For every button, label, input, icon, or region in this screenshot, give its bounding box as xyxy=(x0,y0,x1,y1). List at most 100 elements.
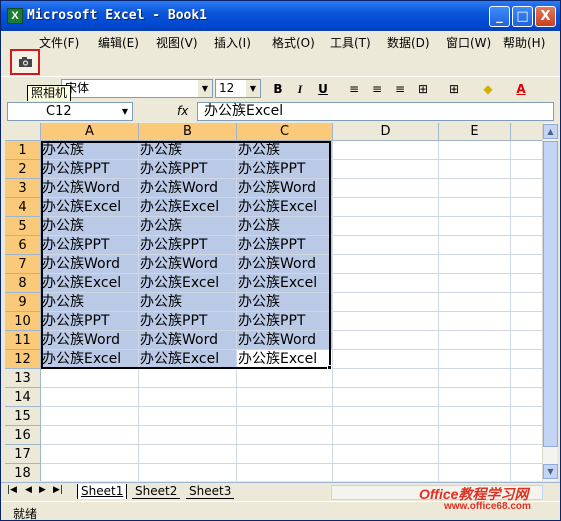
title-bar[interactable]: X Microsoft Excel - Book1 _ □ X xyxy=(1,1,560,31)
grid-cell[interactable]: 办公族PPT xyxy=(139,312,237,331)
grid-cell[interactable]: 办公族Excel xyxy=(41,198,139,217)
grid-cell[interactable] xyxy=(41,388,139,407)
menu-help[interactable]: 帮助(H) xyxy=(503,34,545,51)
grid-cell[interactable]: 办公族PPT xyxy=(237,312,333,331)
select-all-corner[interactable] xyxy=(5,123,41,141)
grid-cell[interactable] xyxy=(439,141,511,160)
grid-cell[interactable] xyxy=(511,312,542,331)
grid-cell[interactable] xyxy=(333,350,439,369)
column-header[interactable]: B xyxy=(139,123,237,141)
grid-cell[interactable] xyxy=(511,198,542,217)
grid-cell[interactable] xyxy=(333,236,439,255)
grid-cell[interactable]: 办公族PPT xyxy=(139,236,237,255)
grid-cell[interactable] xyxy=(139,369,237,388)
grid-cell[interactable] xyxy=(439,331,511,350)
scroll-thumb[interactable] xyxy=(543,141,558,447)
row-header[interactable]: 2 xyxy=(5,160,41,179)
grid-cell[interactable] xyxy=(439,274,511,293)
grid-cell[interactable] xyxy=(439,198,511,217)
grid-cell[interactable] xyxy=(333,160,439,179)
grid-cell[interactable] xyxy=(439,445,511,464)
name-box[interactable]: C12 ▼ xyxy=(7,102,133,121)
row-header[interactable]: 13 xyxy=(5,369,41,388)
borders-icon[interactable]: ⊞ xyxy=(445,80,463,98)
grid-cell[interactable] xyxy=(333,293,439,312)
menu-format[interactable]: 格式(O) xyxy=(272,34,315,51)
grid-cell[interactable]: 办公族Word xyxy=(237,255,333,274)
grid-cell[interactable] xyxy=(439,426,511,445)
grid-cell[interactable] xyxy=(439,179,511,198)
next-sheet-icon[interactable]: ▶ xyxy=(39,485,46,495)
excel-app-icon[interactable]: X xyxy=(7,8,23,24)
grid-cell[interactable] xyxy=(139,407,237,426)
row-header[interactable]: 5 xyxy=(5,217,41,236)
grid-cell[interactable] xyxy=(439,312,511,331)
formula-input[interactable]: 办公族Excel xyxy=(197,102,554,121)
menu-window[interactable]: 窗口(W) xyxy=(446,34,491,51)
grid-cell[interactable] xyxy=(237,407,333,426)
underline-button[interactable]: U xyxy=(314,80,332,98)
fill-color-icon[interactable]: ◆ xyxy=(479,80,497,98)
grid-cell[interactable] xyxy=(333,255,439,274)
grid-cell[interactable]: 办公族 xyxy=(139,141,237,160)
grid-cell[interactable] xyxy=(333,274,439,293)
grid-cell[interactable]: 办公族Excel xyxy=(237,350,333,369)
menu-edit[interactable]: 编辑(E) xyxy=(98,34,139,51)
grid-cell[interactable]: 办公族PPT xyxy=(41,160,139,179)
grid-cell[interactable]: 办公族 xyxy=(41,141,139,160)
grid-cell[interactable]: 办公族PPT xyxy=(237,236,333,255)
merge-center-icon[interactable]: ⊞ xyxy=(414,80,432,98)
grid-cell[interactable] xyxy=(333,464,439,481)
grid-cell[interactable]: 办公族Excel xyxy=(139,198,237,217)
grid-cell[interactable] xyxy=(439,388,511,407)
grid-cell[interactable] xyxy=(511,293,542,312)
chevron-down-icon[interactable]: ▼ xyxy=(198,80,212,97)
column-header[interactable]: F xyxy=(511,123,542,141)
grid-cell[interactable]: 办公族Word xyxy=(139,331,237,350)
grid-cell[interactable] xyxy=(333,388,439,407)
chevron-down-icon[interactable]: ▼ xyxy=(118,103,132,120)
grid-cell[interactable]: 办公族Word xyxy=(139,255,237,274)
grid-cell[interactable] xyxy=(41,369,139,388)
bold-button[interactable]: B xyxy=(269,80,287,98)
row-header[interactable]: 6 xyxy=(5,236,41,255)
grid-cell[interactable]: 办公族Word xyxy=(237,179,333,198)
tab-sheet3[interactable]: Sheet3 xyxy=(186,484,235,499)
font-color-icon[interactable]: A xyxy=(512,80,530,98)
first-sheet-icon[interactable]: |◀ xyxy=(7,485,17,495)
grid-cell[interactable]: 办公族Excel xyxy=(237,274,333,293)
grid-cell[interactable]: 办公族Word xyxy=(41,255,139,274)
grid-cell[interactable] xyxy=(511,236,542,255)
column-header[interactable]: C xyxy=(237,123,333,141)
grid-cell[interactable] xyxy=(333,445,439,464)
grid-cell[interactable]: 办公族Excel xyxy=(41,350,139,369)
last-sheet-icon[interactable]: ▶| xyxy=(53,485,63,495)
menu-view[interactable]: 视图(V) xyxy=(156,34,198,51)
menu-tools[interactable]: 工具(T) xyxy=(330,34,371,51)
tab-sheet1[interactable]: Sheet1 xyxy=(77,484,128,499)
grid-cell[interactable]: 办公族 xyxy=(237,141,333,160)
grid-cell[interactable] xyxy=(237,426,333,445)
fill-handle[interactable] xyxy=(327,365,332,370)
grid-cell[interactable] xyxy=(511,160,542,179)
grid-cell[interactable]: 办公族 xyxy=(41,293,139,312)
row-header[interactable]: 12 xyxy=(5,350,41,369)
grid-cell[interactable]: 办公族Excel xyxy=(237,198,333,217)
camera-button[interactable] xyxy=(10,49,40,75)
grid-cell[interactable] xyxy=(511,217,542,236)
row-header[interactable]: 3 xyxy=(5,179,41,198)
minimize-button[interactable]: _ xyxy=(489,6,510,27)
column-header[interactable]: A xyxy=(41,123,139,141)
grid-cell[interactable]: 办公族Word xyxy=(41,179,139,198)
close-button[interactable]: X xyxy=(535,6,556,27)
grid-cell[interactable] xyxy=(439,217,511,236)
fx-icon[interactable]: fx xyxy=(177,104,188,118)
grid-cell[interactable] xyxy=(41,407,139,426)
column-header[interactable]: E xyxy=(439,123,511,141)
row-header[interactable]: 1 xyxy=(5,141,41,160)
grid-cell[interactable] xyxy=(333,141,439,160)
grid-cell[interactable]: 办公族Word xyxy=(237,331,333,350)
grid-cell[interactable] xyxy=(333,331,439,350)
grid-cell[interactable] xyxy=(139,426,237,445)
grid-cell[interactable] xyxy=(333,179,439,198)
